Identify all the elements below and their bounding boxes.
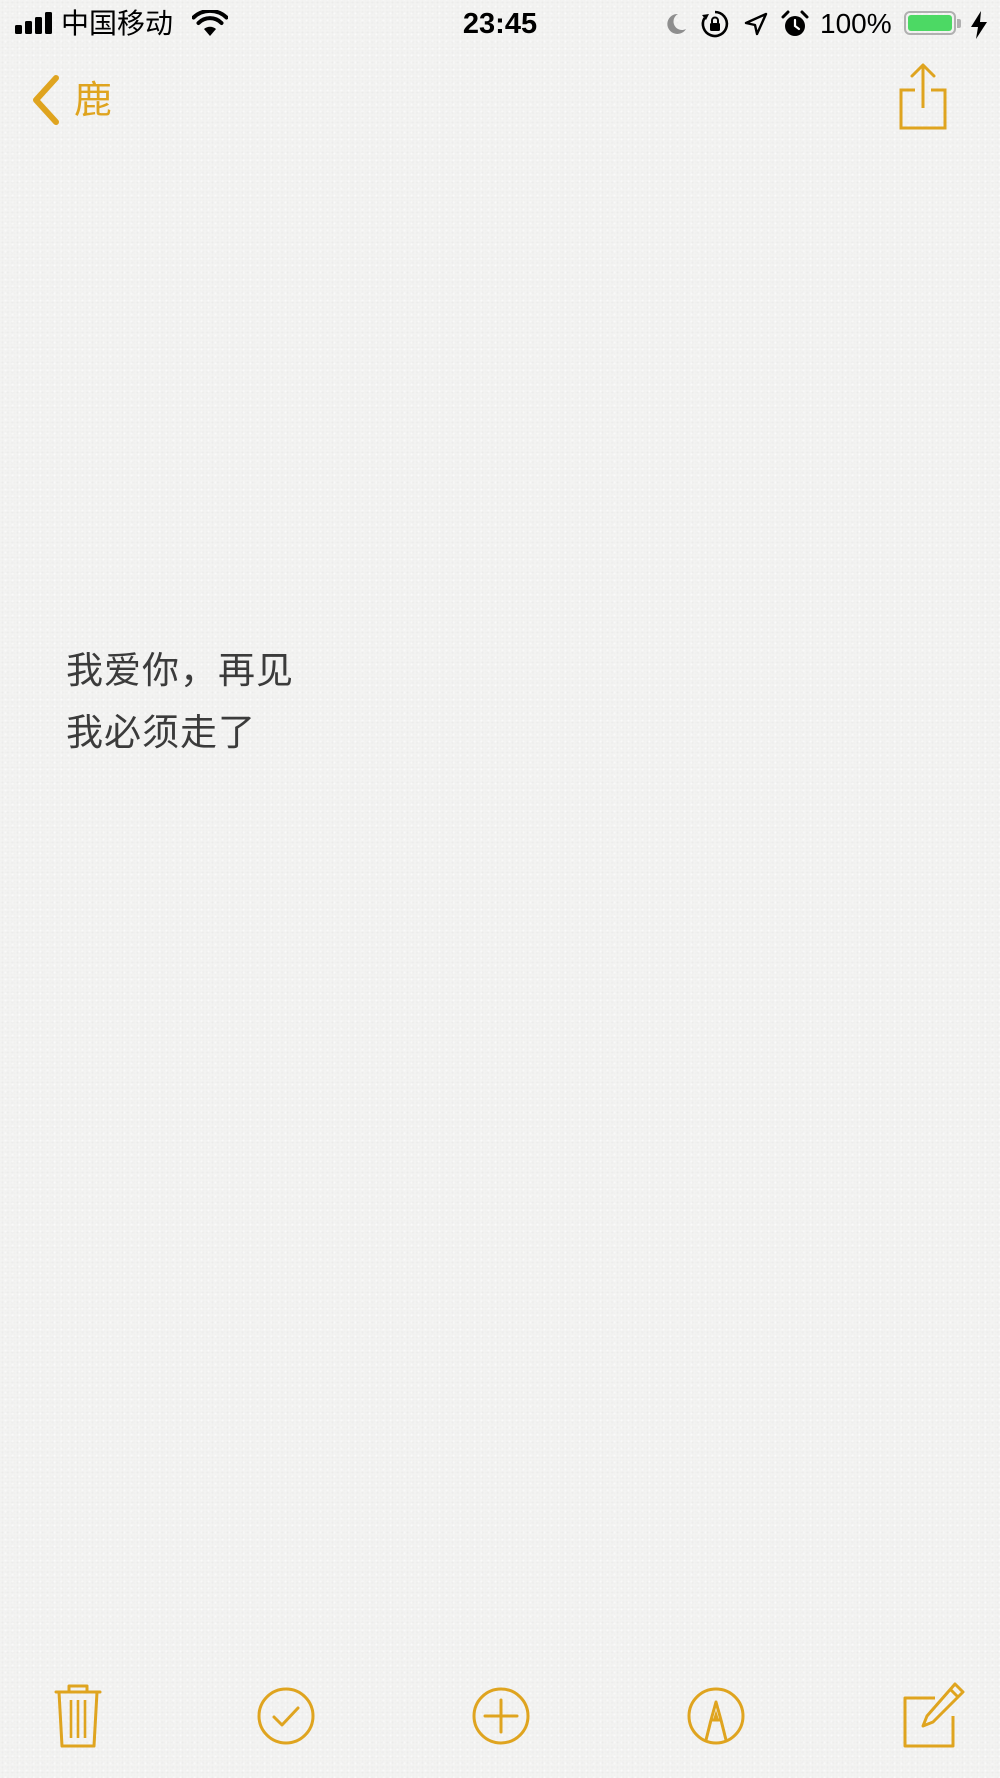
checklist-icon[interactable] bbox=[250, 1680, 322, 1752]
chevron-left-icon bbox=[33, 75, 59, 125]
charging-icon bbox=[971, 11, 987, 39]
orientation-lock-icon bbox=[701, 10, 729, 38]
share-icon[interactable] bbox=[895, 62, 951, 132]
location-icon bbox=[744, 12, 768, 36]
compose-icon[interactable] bbox=[895, 1680, 967, 1752]
note-body[interactable]: 我爱你，再见 我必须走了 bbox=[66, 640, 926, 764]
alarm-icon bbox=[781, 10, 809, 36]
note-line-2: 我必须走了 bbox=[66, 711, 256, 754]
battery-icon bbox=[904, 11, 962, 37]
battery-fill bbox=[908, 15, 952, 31]
back-label: 鹿 bbox=[74, 78, 113, 122]
back-button[interactable]: 鹿 bbox=[30, 70, 112, 130]
status-bar: 中国移动 23:45 100% bbox=[0, 0, 1000, 50]
battery-percent: 100% bbox=[820, 8, 892, 39]
note-line-1: 我爱你，再见 bbox=[66, 649, 294, 692]
moon-icon bbox=[667, 13, 686, 34]
add-icon[interactable] bbox=[465, 1680, 537, 1752]
trash-icon[interactable] bbox=[42, 1680, 114, 1752]
bottom-toolbar bbox=[0, 1680, 1000, 1764]
markup-icon[interactable] bbox=[680, 1680, 752, 1752]
